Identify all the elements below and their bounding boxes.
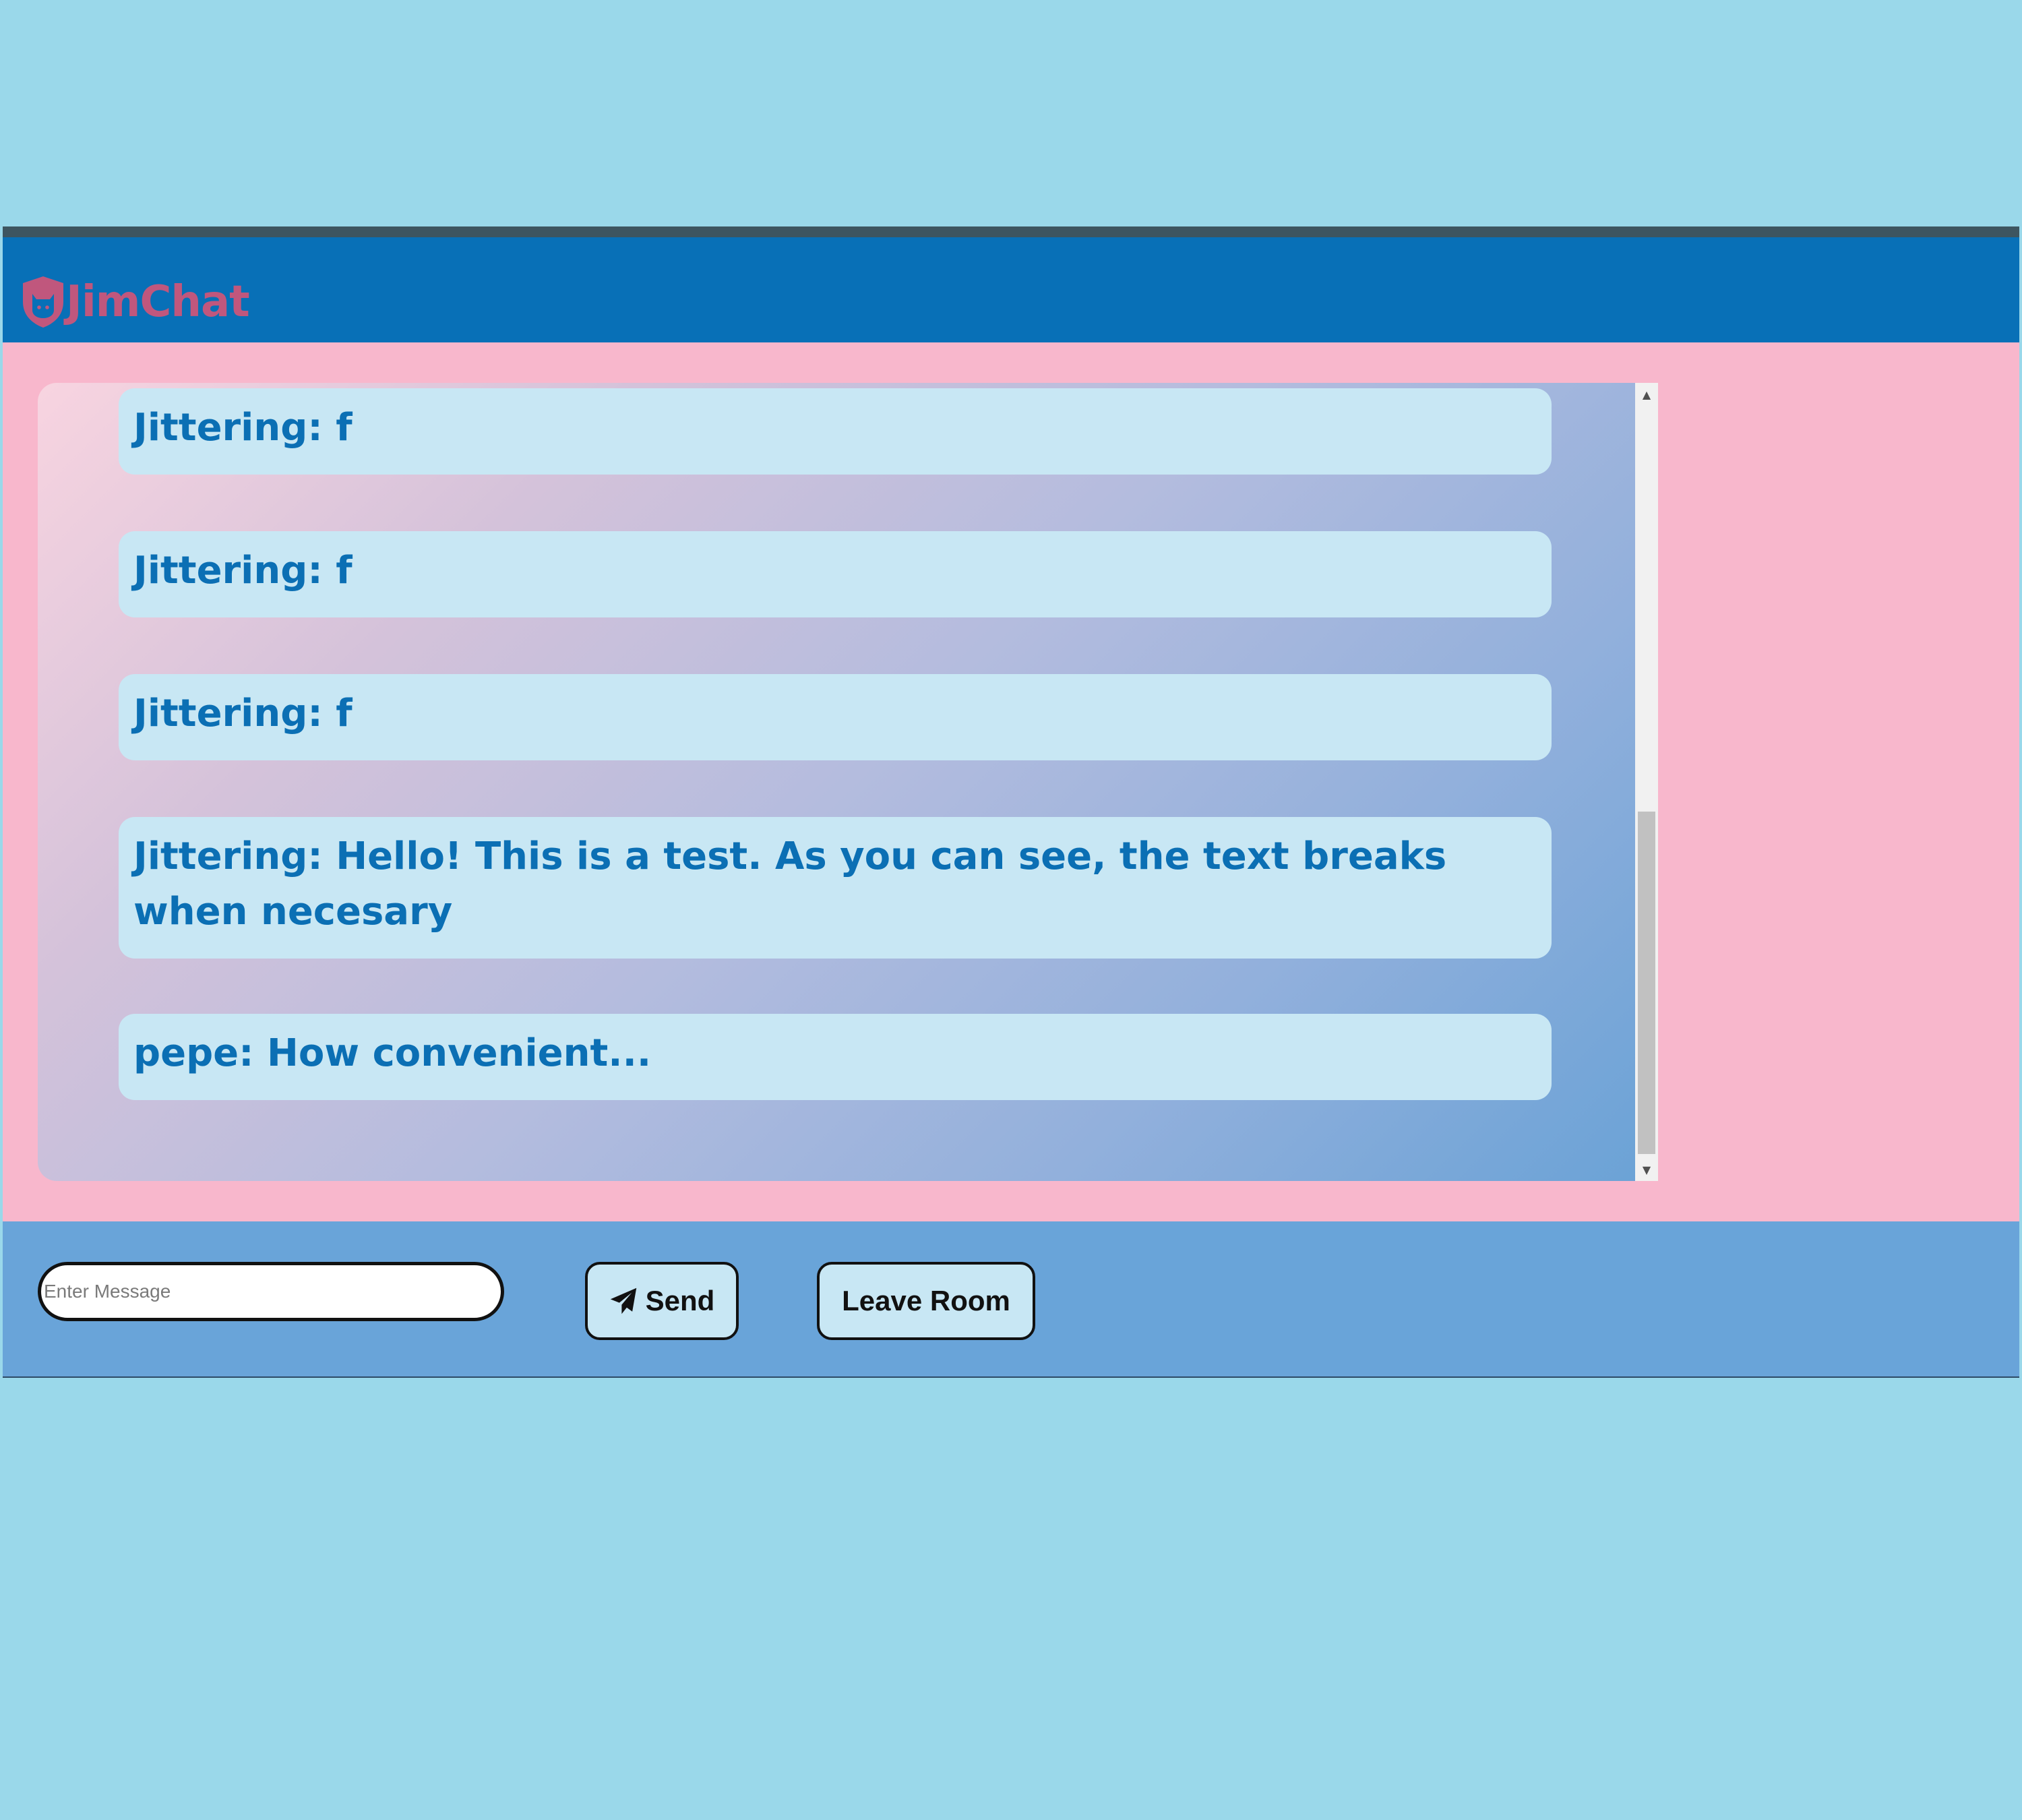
main-area: Jittering: f Jittering: f Jittering: f J… (3, 342, 2019, 1221)
message-item: Jittering: f (119, 674, 1552, 760)
top-border (3, 226, 2019, 237)
leave-room-button[interactable]: Leave Room (817, 1262, 1035, 1340)
arrow-up-icon[interactable]: ▲ (1635, 383, 1658, 406)
message-item: Jittering: f (119, 388, 1552, 475)
leave-room-label: Leave Room (842, 1285, 1010, 1316)
message-text: Jittering: f (133, 549, 353, 593)
send-button-label: Send (645, 1285, 715, 1316)
message-text: Jittering: Hello! This is a test. As you… (133, 835, 1447, 934)
app-name: JimChat (66, 277, 250, 327)
message-scrollbar[interactable]: ▲ ▼ (1635, 383, 1658, 1181)
paper-plane-icon (610, 1287, 636, 1314)
app-logo[interactable]: JimChat (19, 275, 250, 329)
message-text: Jittering: f (133, 406, 353, 450)
chat-app: JimChat Jittering: f Jittering: f Jitter… (3, 226, 2019, 1378)
send-button[interactable]: Send (585, 1262, 739, 1340)
header-bar: JimChat (3, 237, 2019, 342)
composer-bar: Send Leave Room (3, 1221, 2019, 1378)
message-item: Jittering: Hello! This is a test. As you… (119, 817, 1552, 959)
scrollbar-thumb[interactable] (1638, 812, 1655, 1154)
message-input[interactable] (38, 1262, 504, 1321)
message-item: pepe: How convenient... (119, 1014, 1552, 1100)
message-text: pepe: How convenient... (133, 1031, 652, 1075)
cat-shield-icon (23, 276, 63, 328)
chat-box[interactable]: Jittering: f Jittering: f Jittering: f J… (38, 383, 1658, 1181)
message-list: Jittering: f Jittering: f Jittering: f J… (38, 383, 1646, 1181)
arrow-down-icon[interactable]: ▼ (1635, 1158, 1658, 1181)
message-item: Jittering: f (119, 531, 1552, 617)
message-text: Jittering: f (133, 692, 353, 735)
